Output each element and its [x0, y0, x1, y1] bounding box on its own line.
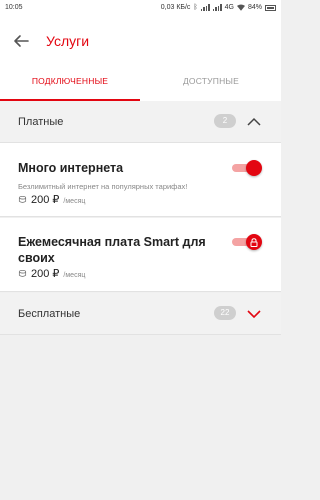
service-price: 200 ₽ /месяц	[18, 267, 85, 280]
bluetooth-icon: ᛒ	[193, 4, 198, 11]
free-group-label: Бесплатные	[18, 308, 81, 320]
tab-bar: ПОДКЛЮЧЕННЫЕ ДОСТУПНЫЕ	[0, 66, 281, 101]
network-speed: 0,03 КБ/с	[160, 4, 191, 11]
price-amount: 200 ₽	[31, 194, 60, 206]
price-period: /месяц	[63, 272, 86, 279]
signal-icon-2	[212, 4, 222, 11]
service-toggle-locked[interactable]	[232, 234, 262, 250]
paid-count-badge: 2	[214, 114, 236, 128]
status-time: 10:05	[5, 4, 23, 11]
toggle-knob	[246, 160, 262, 176]
free-count-badge: 22	[214, 306, 236, 320]
network-type: 4G	[224, 4, 234, 11]
service-name: Много интернета	[18, 161, 124, 175]
paid-group-header[interactable]: Платные 2	[0, 101, 281, 143]
service-toggle[interactable]	[232, 160, 262, 176]
app-header: Услуги	[0, 16, 281, 66]
chevron-down-icon[interactable]	[246, 306, 262, 322]
paid-group-label: Платные	[18, 116, 64, 128]
service-description: Безлимитный интернет на популярных тариф…	[18, 182, 188, 191]
service-card[interactable]: Много интернета Безлимитный интернет на …	[0, 143, 281, 217]
price-period: /месяц	[63, 198, 86, 205]
price-amount: 200 ₽	[31, 268, 60, 280]
coins-icon	[18, 269, 27, 277]
wifi-icon	[236, 4, 245, 11]
service-price: 200 ₽ /месяц	[18, 193, 85, 206]
tab-connected[interactable]: ПОДКЛЮЧЕННЫЕ	[0, 66, 140, 101]
service-name: Ежемесячная плата Smart для своих	[18, 235, 206, 265]
coins-icon	[18, 195, 27, 203]
battery-percent: 84%	[247, 4, 262, 11]
page-title: Услуги	[46, 33, 90, 49]
status-indicators: 0,03 КБ/с ᛒ 4G 84%	[161, 4, 276, 11]
chevron-up-icon[interactable]	[246, 114, 262, 130]
tab-available[interactable]: ДОСТУПНЫЕ	[141, 66, 281, 101]
service-card[interactable]: Ежемесячная плата Smart для своих 200 ₽ …	[0, 218, 281, 292]
signal-icon	[200, 4, 210, 11]
arrow-left-icon[interactable]	[12, 32, 30, 50]
toggle-knob	[246, 234, 262, 250]
lock-icon	[250, 237, 258, 247]
status-bar: 10:05 0,03 КБ/с ᛒ 4G 84%	[0, 0, 281, 16]
free-group-header[interactable]: Бесплатные 22	[0, 293, 281, 335]
battery-icon	[265, 4, 276, 11]
